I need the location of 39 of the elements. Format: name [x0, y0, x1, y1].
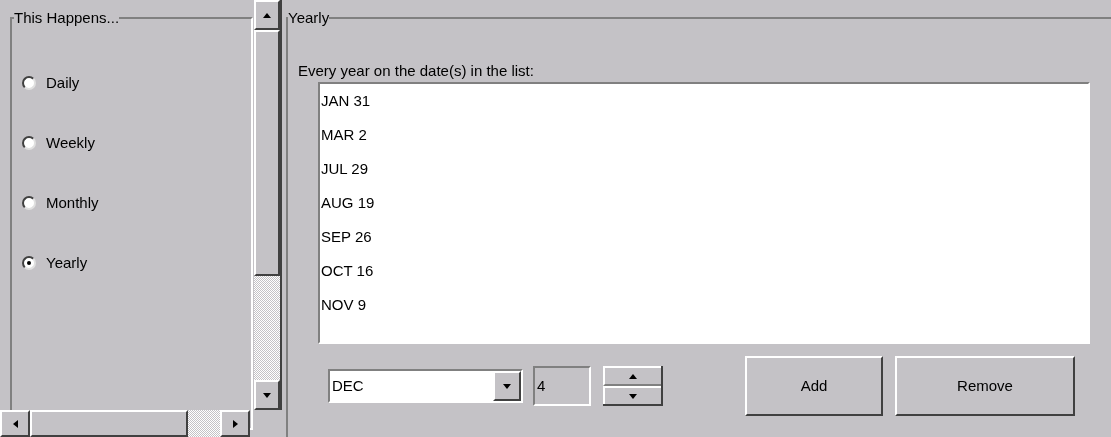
group-title: Yearly: [288, 10, 330, 25]
radio-option[interactable]: Yearly: [22, 253, 241, 273]
remove-button[interactable]: Remove: [895, 356, 1075, 416]
instruction-text: Every year on the date(s) in the list:: [298, 63, 534, 78]
scroll-right-button[interactable]: [220, 410, 250, 437]
right-arrow-icon: [232, 419, 238, 428]
list-item[interactable]: JAN 31: [321, 90, 371, 124]
scroll-up-button[interactable]: [254, 0, 280, 30]
radio-button[interactable]: [22, 256, 36, 270]
date-list[interactable]: JAN 31 MAR 2 JUL 29 AUG 19 SEP 26 OCT 16 NOV 9: [318, 82, 1090, 344]
scroll-left-button[interactable]: [0, 410, 30, 437]
scroll-down-button[interactable]: [254, 380, 280, 410]
list-item[interactable]: MAR 2: [321, 124, 367, 158]
down-arrow-icon: [263, 392, 271, 398]
month-dropdown[interactable]: DEC: [328, 369, 523, 403]
add-button[interactable]: Add: [745, 356, 883, 416]
dropdown-button[interactable]: [493, 371, 521, 401]
radio-button[interactable]: [22, 76, 36, 90]
list-item[interactable]: SEP 26: [321, 226, 372, 260]
radio-button[interactable]: [22, 196, 36, 210]
up-arrow-icon: [263, 12, 271, 18]
radio-option[interactable]: Daily: [22, 73, 241, 93]
list-item[interactable]: OCT 16: [321, 260, 374, 294]
scroll-thumb[interactable]: [30, 410, 188, 437]
list-item[interactable]: AUG 19: [321, 192, 375, 226]
scroll-thumb[interactable]: [254, 30, 280, 276]
radio-option[interactable]: Monthly: [22, 193, 241, 213]
vertical-scrollbar[interactable]: [254, 0, 282, 410]
caret-icon: [503, 383, 511, 389]
down-arrow-icon: [629, 393, 637, 399]
left-arrow-icon: [12, 419, 18, 428]
list-item[interactable]: NOV 9: [321, 294, 366, 328]
horizontal-scrollbar[interactable]: [0, 410, 250, 437]
group-title: This Happens...: [14, 10, 120, 25]
spin-buttons[interactable]: [603, 366, 663, 406]
radio-button[interactable]: [22, 136, 36, 150]
list-item[interactable]: JUL 29: [321, 158, 368, 192]
up-arrow-icon: [629, 373, 637, 379]
radio-option[interactable]: Weekly: [22, 133, 241, 153]
